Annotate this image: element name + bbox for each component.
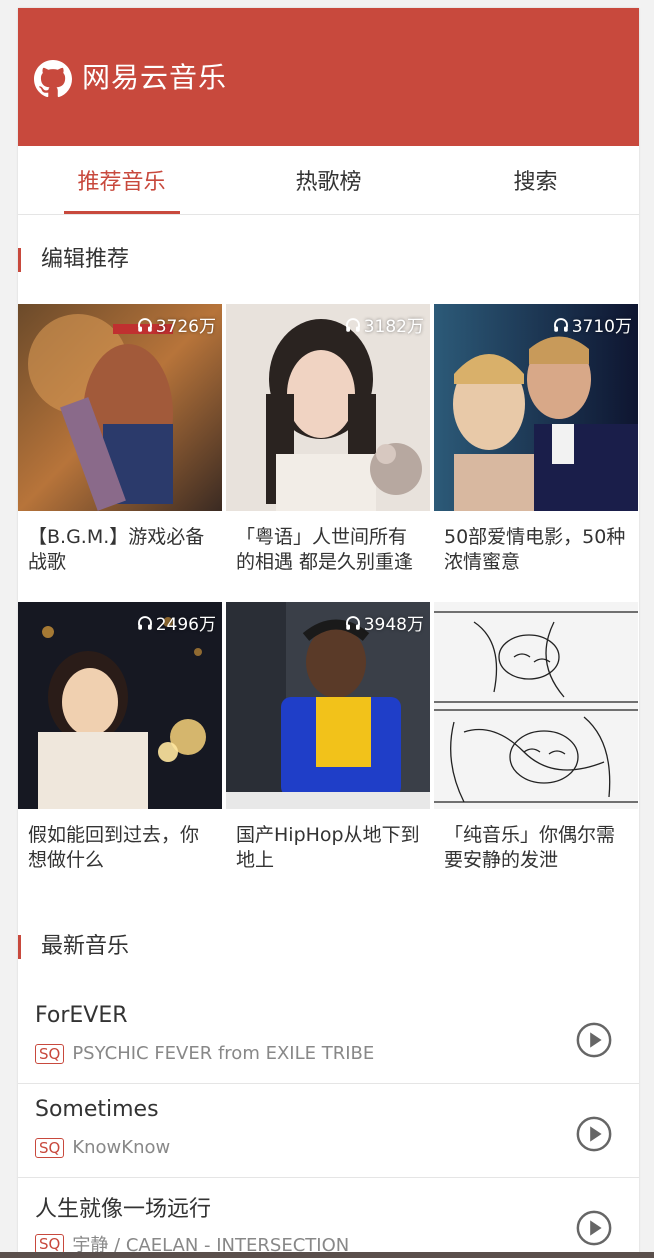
play-icon[interactable] (575, 1115, 613, 1153)
app-title: 网易云音乐 (82, 61, 228, 94)
song-row[interactable]: ForEVER SQ PSYCHIC FEVER from EXILE TRIB… (18, 990, 639, 1084)
playlist-card[interactable]: 2496万 假如能回到过去，你想做什么 (18, 602, 222, 900)
app-header: 网易云音乐 (18, 8, 639, 146)
playlist-title: 50部爱情电影，50种浓情蜜意 (444, 526, 626, 573)
playlist-card[interactable]: 3726万 【B.G.M.】游戏必备战歌 (18, 304, 222, 602)
play-count: 3726万 (136, 312, 216, 337)
section-title-latest: 最新音乐 (18, 935, 129, 959)
headphones-icon (345, 317, 360, 332)
playlist-title: 【B.G.M.】游戏必备战歌 (28, 526, 205, 573)
song-list: ForEVER SQ PSYCHIC FEVER from EXILE TRIB… (18, 990, 639, 1258)
github-icon[interactable] (34, 60, 72, 98)
play-count-text: 3182万 (363, 317, 424, 337)
playlist-cover (434, 602, 638, 809)
tab-recommend[interactable]: 推荐音乐 (18, 146, 225, 214)
sq-badge: SQ (35, 1043, 65, 1064)
playlist-title: 国产HipHop从地下到地上 (236, 824, 420, 871)
headphones-icon (137, 615, 152, 630)
play-count: 3182万 (344, 312, 424, 337)
playlist-title: 「粤语」人世间所有的相遇 都是久别重逢 (236, 526, 414, 573)
playlist-card[interactable]: 3182万 「粤语」人世间所有的相遇 都是久别重逢 (226, 304, 430, 602)
playlist-card[interactable]: 3710万 50部爱情电影，50种浓情蜜意 (434, 304, 638, 602)
song-name: Sometimes (35, 1097, 159, 1122)
bottom-bar (0, 1252, 654, 1258)
play-count-text: 2496万 (155, 615, 216, 635)
headphones-icon (345, 615, 360, 630)
tab-search[interactable]: 搜索 (432, 146, 639, 214)
section-title-recommend: 编辑推荐 (18, 248, 129, 272)
play-count: 3710万 (552, 312, 632, 337)
song-meta: SQ KnowKnow (35, 1137, 170, 1158)
play-icon[interactable] (575, 1209, 613, 1247)
sq-badge: SQ (35, 1234, 65, 1254)
tab-hot[interactable]: 热歌榜 (225, 146, 432, 214)
playlist-grid: 3726万 【B.G.M.】游戏必备战歌 3182万 「粤语」人世间所有的相遇 … (18, 304, 639, 900)
song-name: 人生就像一场远行 (35, 1197, 212, 1222)
play-count-text: 3948万 (363, 615, 424, 635)
playlist-card[interactable]: 「纯音乐」你偶尔需要安静的发泄 (434, 602, 638, 900)
song-artist: PSYCHIC FEVER from EXILE TRIBE (72, 1043, 375, 1064)
song-meta: SQ PSYCHIC FEVER from EXILE TRIBE (35, 1043, 374, 1064)
tab-bar: 推荐音乐 热歌榜 搜索 (18, 146, 639, 215)
play-count: 2496万 (136, 610, 216, 635)
headphones-icon (137, 317, 152, 332)
song-name: ForEVER (35, 1003, 128, 1028)
song-row[interactable]: 人生就像一场远行 SQ 宇静 / CAELAN - INTERSECTION (18, 1178, 639, 1258)
song-row[interactable]: Sometimes SQ KnowKnow (18, 1084, 639, 1178)
playlist-title: 「纯音乐」你偶尔需要安静的发泄 (444, 824, 616, 871)
song-artist: KnowKnow (72, 1137, 171, 1158)
sq-badge: SQ (35, 1137, 65, 1158)
play-count: 3948万 (344, 610, 424, 635)
playlist-title: 假如能回到过去，你想做什么 (28, 824, 200, 871)
play-icon[interactable] (575, 1021, 613, 1059)
play-count-text: 3710万 (571, 317, 632, 337)
app-frame: 网易云音乐 推荐音乐 热歌榜 搜索 编辑推荐 3726万 【B.G.M.】游戏必… (18, 8, 639, 1258)
play-count-text: 3726万 (155, 317, 216, 337)
headphones-icon (553, 317, 568, 332)
playlist-card[interactable]: 3948万 国产HipHop从地下到地上 (226, 602, 430, 900)
